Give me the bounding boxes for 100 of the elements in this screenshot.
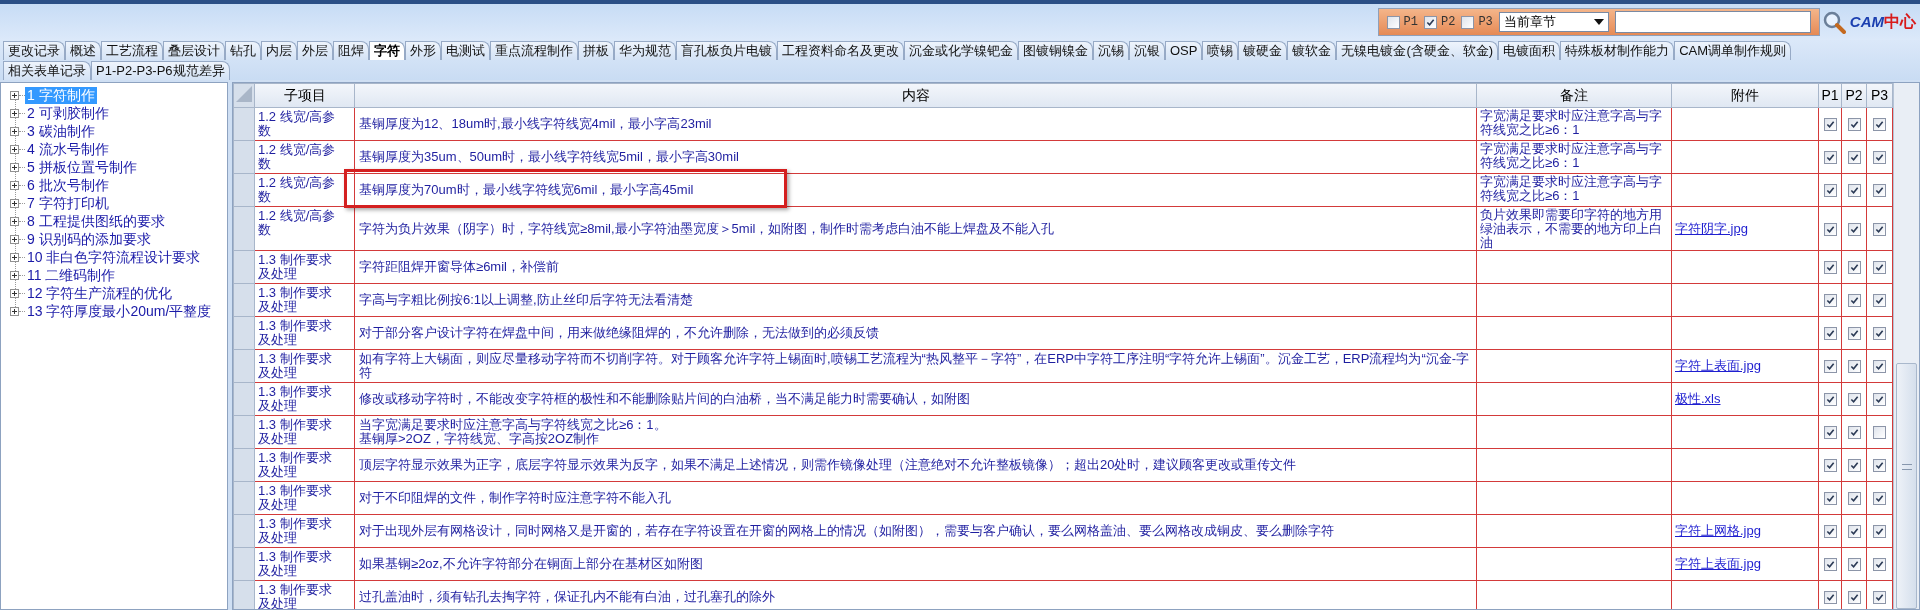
checkbox[interactable] [1823,327,1837,341]
column-header[interactable]: P2 [1841,83,1867,108]
checkbox[interactable] [1823,492,1837,506]
checkbox[interactable] [1847,184,1861,198]
expand-icon[interactable] [10,108,19,118]
checkbox[interactable] [1847,591,1861,605]
checkbox[interactable] [1873,426,1886,440]
tab[interactable]: 喷锡 [1202,41,1239,60]
checkbox[interactable] [1847,558,1861,572]
tab[interactable]: 重点流程制作 [490,41,578,60]
checkbox[interactable] [1847,525,1861,539]
checkbox[interactable] [1873,525,1886,539]
checkbox[interactable] [1823,459,1837,473]
tree-item[interactable]: 2 可剥胶制作 [25,104,111,122]
checkbox[interactable] [1823,222,1837,236]
scrollbar-thumb[interactable] [1896,363,1917,609]
tab[interactable]: 阻焊 [333,41,369,60]
checkbox[interactable] [1847,492,1861,506]
checkbox[interactable] [1424,15,1437,29]
expand-icon[interactable] [10,234,19,244]
checkbox[interactable] [1823,118,1837,132]
tab[interactable]: 工艺流程 [101,41,163,60]
tab[interactable]: OSP [1165,41,1203,60]
checkbox[interactable] [1823,184,1837,198]
checkbox[interactable] [1847,360,1861,374]
tab[interactable]: 电镀面积 [1498,41,1561,60]
expand-icon[interactable] [10,126,19,136]
checkbox[interactable] [1823,360,1837,374]
tab[interactable]: 钻孔 [225,41,261,60]
checkbox[interactable] [1847,222,1861,236]
checkbox[interactable] [1386,15,1400,29]
tab[interactable]: 盲孔板负片电镀 [676,41,777,60]
search-field[interactable] [1614,11,1811,33]
tree-item[interactable]: 11 二维码制作 [25,266,118,284]
tree-item[interactable]: 5 拼板位置号制作 [25,158,139,176]
checkbox[interactable] [1873,558,1886,572]
checkbox[interactable] [1873,222,1886,236]
tree-item[interactable]: 7 字符打印机 [25,194,111,212]
tab[interactable]: 字符 [369,41,405,60]
tab[interactable]: 外层 [297,41,333,60]
checkbox[interactable] [1873,492,1886,506]
checkbox[interactable] [1873,294,1886,308]
checkbox[interactable] [1873,151,1886,165]
checkbox[interactable] [1847,151,1861,165]
tree-item[interactable]: 4 流水号制作 [25,140,111,158]
tab[interactable]: 镀软金 [1287,41,1337,60]
tree-item[interactable]: 10 非白色字符流程设计要求 [25,248,203,266]
checkbox[interactable] [1823,558,1837,572]
tab[interactable]: 更改记录 [3,41,65,60]
expand-icon[interactable] [10,216,19,226]
tab[interactable]: 工程资料命名及更改 [777,41,904,60]
expand-icon[interactable] [10,90,19,100]
checkbox[interactable] [1823,151,1837,165]
attachment-link[interactable]: 字符阴字.jpg [1675,220,1748,236]
expand-icon[interactable] [10,252,19,262]
expand-icon[interactable] [10,270,19,280]
checkbox[interactable] [1823,525,1837,539]
tab[interactable]: CAM调单制作规则 [1674,41,1792,60]
tab[interactable]: 沉金或化学镍钯金 [904,41,1018,60]
checkbox[interactable] [1847,294,1861,308]
tab[interactable]: 相关表单记录 [3,61,91,80]
column-header[interactable]: 备注 [1476,83,1672,108]
checkbox[interactable] [1823,261,1837,275]
tree-item[interactable]: 3 碳油制作 [25,122,97,140]
tab[interactable]: 无镍电镀金(含硬金、软金) [1336,41,1499,60]
expand-icon[interactable] [10,288,19,298]
checkbox[interactable] [1847,459,1861,473]
checkbox[interactable] [1873,393,1886,407]
checkbox[interactable] [1823,294,1837,308]
tab[interactable]: 外形 [405,41,441,60]
tab[interactable]: 镀硬金 [1238,41,1288,60]
tab[interactable]: 拼板 [578,41,614,60]
checkbox[interactable] [1461,15,1475,29]
scrollbar[interactable] [1893,83,1919,609]
expand-icon[interactable] [10,198,19,208]
checkbox[interactable] [1873,591,1886,605]
tab[interactable]: 沉银 [1129,41,1165,60]
tab[interactable]: 电测试 [441,41,490,60]
checkbox[interactable] [1873,261,1886,275]
tab[interactable]: 图镀铜镍金 [1018,41,1093,60]
tree-item[interactable]: 8 工程提供图纸的要求 [25,212,167,230]
expand-icon[interactable] [10,162,19,172]
attachment-link[interactable]: 极性.xls [1675,391,1721,406]
tab[interactable]: 沉锡 [1093,41,1129,60]
scope-dropdown[interactable]: 当前章节 [1498,12,1609,32]
checkbox[interactable] [1847,118,1861,132]
expand-icon[interactable] [10,144,19,154]
column-header[interactable]: P1 [1818,83,1842,108]
checkbox[interactable] [1823,426,1837,440]
column-header[interactable]: 子项目 [254,83,355,108]
expand-icon[interactable] [10,306,19,316]
checkbox[interactable] [1823,591,1837,605]
tab[interactable]: 概述 [65,41,101,60]
checkbox[interactable] [1847,261,1861,275]
checkbox[interactable] [1873,459,1886,473]
checkbox[interactable] [1847,426,1861,440]
tab[interactable]: 叠层设计 [163,41,225,60]
checkbox[interactable] [1873,184,1886,198]
checkbox[interactable] [1847,327,1861,341]
checkbox[interactable] [1873,327,1886,341]
